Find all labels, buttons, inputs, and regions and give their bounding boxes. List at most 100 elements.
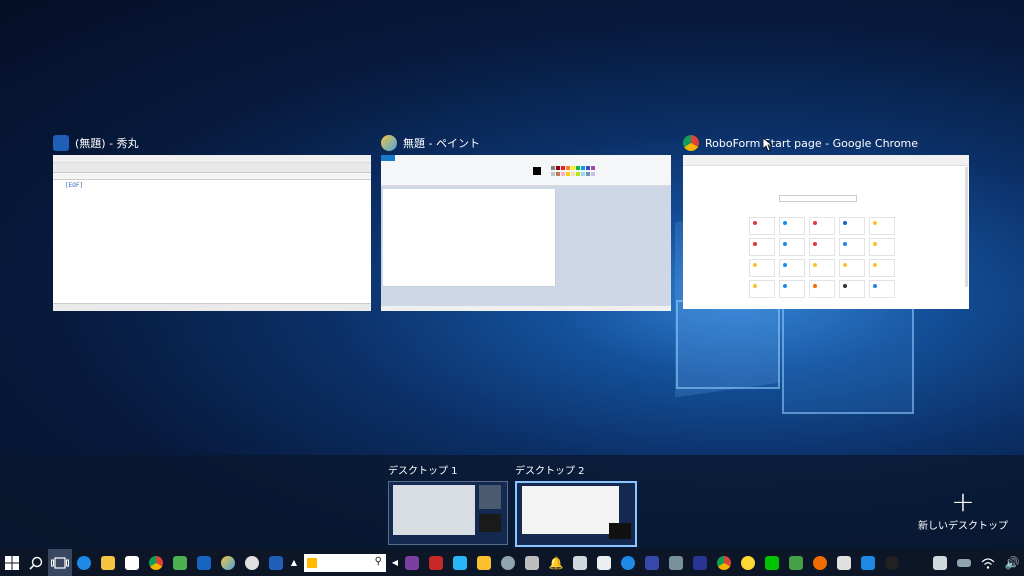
taskbar-app[interactable] [496, 549, 520, 576]
taskbar-store[interactable] [120, 549, 144, 576]
desktop-thumbnail[interactable] [388, 481, 508, 545]
taskbar-clock-app[interactable] [240, 549, 264, 576]
app-icon [173, 555, 187, 570]
paint-canvas [383, 189, 556, 287]
bing-search-box[interactable]: ⚲ [304, 553, 386, 572]
taskbar-app[interactable] [640, 549, 664, 576]
taskbar-explorer[interactable] [96, 549, 120, 576]
app-icon [597, 555, 611, 570]
task-view-button[interactable] [48, 549, 72, 576]
app-icon [405, 555, 419, 570]
app-icon [197, 555, 211, 570]
app-icon [741, 555, 755, 570]
system-tray: 🔊 [928, 549, 1024, 576]
new-desktop-label: 新しいデスクトップ [918, 521, 1008, 532]
wallpaper-pane [782, 300, 914, 414]
chrome-icon [683, 135, 699, 151]
status-bar [53, 303, 371, 311]
paint-ribbon [381, 155, 671, 186]
app-icon [477, 555, 491, 570]
app-icon [525, 555, 539, 570]
tray-app[interactable] [928, 549, 952, 576]
app-icon [933, 555, 947, 570]
virtual-desktop-strip: デスクトップ 1 デスクトップ 2 + 新しいデスクトップ [0, 455, 1024, 549]
taskbar-app[interactable] [736, 549, 760, 576]
window-hidemaru[interactable]: (無題) - 秀丸 [EOF] [53, 133, 371, 313]
taskbar-app[interactable] [616, 549, 640, 576]
window-chrome[interactable]: RoboForm Start page - Google Chrome [683, 133, 969, 313]
taskbar: ▲ ⚲ ◀ 🔔 🔊 [0, 549, 1024, 576]
taskbar-app[interactable] [808, 549, 832, 576]
bell-icon: 🔔 [548, 555, 564, 570]
app-icon [693, 555, 707, 570]
tray-battery[interactable] [952, 549, 976, 576]
edge-icon [77, 555, 91, 570]
window-thumbnail[interactable] [381, 155, 671, 311]
eof-marker: [EOF] [65, 182, 84, 189]
windows-logo-icon [5, 555, 19, 570]
toolbar-expand[interactable]: ◀ [390, 549, 400, 576]
volume-icon: 🔊 [1004, 555, 1020, 570]
taskbar-app[interactable] [664, 549, 688, 576]
desktop-label: デスクトップ 2 [515, 466, 585, 477]
app-icon [645, 555, 659, 570]
toolbar-scroll[interactable]: ▲ [288, 549, 300, 576]
browser-toolbar [683, 155, 969, 166]
taskbar-app[interactable] [784, 549, 808, 576]
desktop-thumbnail[interactable] [515, 481, 637, 547]
window-title: RoboForm Start page - Google Chrome [705, 136, 919, 150]
hidemaru-icon [53, 135, 69, 151]
desktop-1[interactable]: デスクトップ 1 [388, 465, 508, 545]
wallpaper-pane [676, 300, 780, 389]
taskbar-line[interactable] [760, 549, 784, 576]
window-title: 無題 - ペイント [403, 137, 480, 150]
wifi-icon [981, 557, 995, 569]
taskbar-app[interactable] [856, 549, 880, 576]
taskbar-app[interactable] [520, 549, 544, 576]
start-button[interactable] [0, 549, 24, 576]
taskbar-app[interactable] [168, 549, 192, 576]
taskbar-chrome[interactable] [712, 549, 736, 576]
app-icon [501, 555, 515, 570]
line-icon [765, 555, 779, 570]
app-icon [669, 555, 683, 570]
chevron-left-icon: ◀ [391, 558, 399, 567]
store-icon [125, 555, 139, 570]
chrome-icon [717, 555, 731, 570]
search-icon: ⚲ [374, 555, 382, 567]
taskbar-notification[interactable]: 🔔 [544, 549, 568, 576]
battery-icon [957, 558, 971, 567]
taskbar-app[interactable] [832, 549, 856, 576]
taskbar-app[interactable] [592, 549, 616, 576]
taskbar-app[interactable] [192, 549, 216, 576]
taskbar-app[interactable] [688, 549, 712, 576]
cortana-search-button[interactable] [24, 549, 48, 576]
chrome-icon [149, 555, 163, 570]
taskbar-app[interactable] [400, 549, 424, 576]
clock-icon [245, 555, 259, 570]
app-icon [885, 555, 899, 570]
app-icon [453, 555, 467, 570]
window-thumbnail[interactable]: [EOF] [53, 155, 371, 311]
scrollbar[interactable] [965, 167, 968, 287]
tray-volume[interactable]: 🔊 [1000, 549, 1024, 576]
taskbar-app[interactable] [448, 549, 472, 576]
taskbar-hidemaru[interactable] [264, 549, 288, 576]
taskbar-paint[interactable] [216, 549, 240, 576]
taskbar-edge[interactable] [72, 549, 96, 576]
taskbar-app[interactable] [568, 549, 592, 576]
tray-wifi[interactable] [976, 549, 1000, 576]
window-paint[interactable]: 無題 - ペイント [381, 133, 671, 313]
taskbar-app[interactable] [880, 549, 904, 576]
window-thumbnail[interactable] [683, 155, 969, 309]
new-desktop-button[interactable]: + 新しいデスクトップ [918, 485, 1008, 533]
app-icon [837, 555, 851, 570]
taskbar-chrome[interactable] [144, 549, 168, 576]
desktop-2[interactable]: デスクトップ 2 [515, 465, 637, 547]
plus-icon: + [951, 485, 975, 518]
taskbar-app[interactable] [472, 549, 496, 576]
chevron-up-icon: ▲ [290, 558, 298, 567]
search-icon [29, 556, 43, 570]
search-field [779, 195, 857, 202]
taskbar-app[interactable] [424, 549, 448, 576]
